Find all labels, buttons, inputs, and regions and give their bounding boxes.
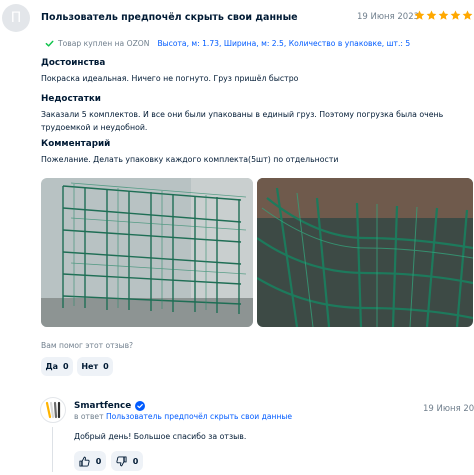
cons-title: Недостатки	[41, 94, 101, 104]
star-icon	[462, 10, 473, 21]
reply-to-link[interactable]: Пользователь предпочёл скрыть свои данны…	[106, 412, 292, 421]
star-icon	[414, 10, 425, 21]
comment-title: Комментарий	[41, 139, 111, 149]
dislike-count: 0	[132, 456, 139, 466]
seller-name-row: Smartfence	[74, 401, 146, 411]
cons-text: Заказали 5 комплектов. И все они были уп…	[41, 110, 444, 132]
vote-yes-label: Да	[45, 362, 58, 371]
helpful-question: Вам помог этот отзыв?	[41, 341, 134, 350]
vote-yes-button[interactable]: Да 0	[41, 357, 73, 376]
product-variant[interactable]: Высота, м: 1.73, Ширина, м: 2.5, Количес…	[157, 39, 410, 48]
reply-date: 19 Июня 2023	[423, 404, 474, 414]
review-photo[interactable]	[257, 178, 473, 327]
like-button[interactable]: 0	[74, 451, 106, 471]
purchased-badge-label: Товар куплен на OZON	[58, 38, 150, 48]
vote-no-count: 0	[103, 362, 109, 371]
star-icon	[426, 10, 437, 21]
vote-yes-count: 0	[62, 362, 69, 371]
reply-to: в ответ Пользователь предпочёл скрыть св…	[74, 412, 292, 421]
review-date: 19 Июня 2023	[357, 12, 420, 22]
dislike-button[interactable]: 0	[111, 451, 143, 471]
review-photo[interactable]	[41, 178, 253, 327]
reply-text: Добрый день! Большое спасибо за отзыв.	[74, 432, 247, 441]
thumbs-up-icon	[79, 456, 90, 467]
reply-thread-line	[52, 427, 53, 472]
thumbs-down-icon	[116, 455, 127, 467]
check-icon	[45, 39, 54, 48]
avatar: П	[2, 4, 30, 32]
review-author: Пользователь предпочёл скрыть свои данны…	[41, 12, 298, 23]
comment-text: Пожелание. Делать упаковку каждого компл…	[41, 155, 339, 164]
reply-prefix: в ответ	[74, 412, 104, 421]
rating-stars	[414, 10, 473, 21]
review-properties: Товар куплен на OZON Высота, м: 1.73, Ши…	[41, 35, 410, 51]
like-count: 0	[95, 456, 102, 466]
pros-text: Покраска идеальная. Ничего не погнуто. Г…	[41, 74, 299, 83]
star-icon	[450, 10, 461, 21]
seller-logo[interactable]	[40, 397, 66, 423]
purchased-badge: Товар куплен на OZON	[45, 39, 149, 48]
vote-no-label: Нет	[81, 362, 99, 371]
pros-title: Достоинства	[41, 58, 106, 68]
star-icon	[438, 10, 449, 21]
seller-name[interactable]: Smartfence	[74, 401, 131, 411]
vote-no-button[interactable]: Нет 0	[77, 357, 113, 376]
verified-icon	[135, 401, 146, 411]
